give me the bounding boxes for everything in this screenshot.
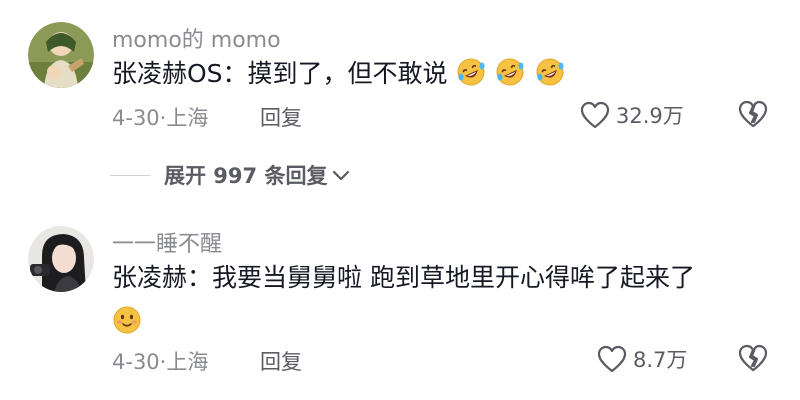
broken-heart-icon [738,100,768,128]
comment-date-location: 4-30·上海 [112,106,209,130]
rofl-emoji [536,58,564,86]
like-count: 8.7万 [633,348,688,372]
blush-emoji [113,306,141,334]
reply-button[interactable]: 回复 [260,346,302,376]
comment-text: 张凌赫：我要当舅舅啦 跑到草地里开心得哞了起来了 [112,263,695,292]
comment-date-location: 4-30·上海 [112,350,209,374]
like-button[interactable]: 32.9万 [580,100,684,130]
rofl-emoji [496,58,524,86]
comment-username[interactable]: 一一睡不醒 [112,226,222,258]
reply-button[interactable]: 回复 [260,102,302,132]
comment-item: momo的 momo 张凌赫OS：摸到了，但不敢说 4-30·上海 回复 32.… [0,0,800,150]
avatar[interactable] [28,22,94,88]
avatar[interactable] [28,226,94,292]
comment-username[interactable]: momo的 momo [112,22,281,54]
dislike-button[interactable] [738,100,768,132]
like-count: 32.9万 [616,104,684,128]
dislike-button[interactable] [738,344,768,376]
comment-content: 张凌赫：我要当舅舅啦 跑到草地里开心得哞了起来了 [112,256,772,344]
comment-item: 一一睡不醒 张凌赫：我要当舅舅啦 跑到草地里开心得哞了起来了 4-30·上海 回… [0,200,800,400]
expand-replies-label: 展开 997 条回复 [164,164,328,188]
heart-icon [580,101,610,129]
divider-line [110,174,150,176]
expand-replies-button[interactable]: 展开 997 条回复 [110,160,351,190]
comment-text: 张凌赫OS：摸到了，但不敢说 [112,59,448,88]
broken-heart-icon [738,344,768,372]
comment-content: 张凌赫OS：摸到了，但不敢说 [112,52,772,96]
like-button[interactable]: 8.7万 [597,344,687,374]
rofl-emoji [457,58,485,86]
chevron-down-icon [333,170,350,181]
heart-icon [597,345,627,373]
